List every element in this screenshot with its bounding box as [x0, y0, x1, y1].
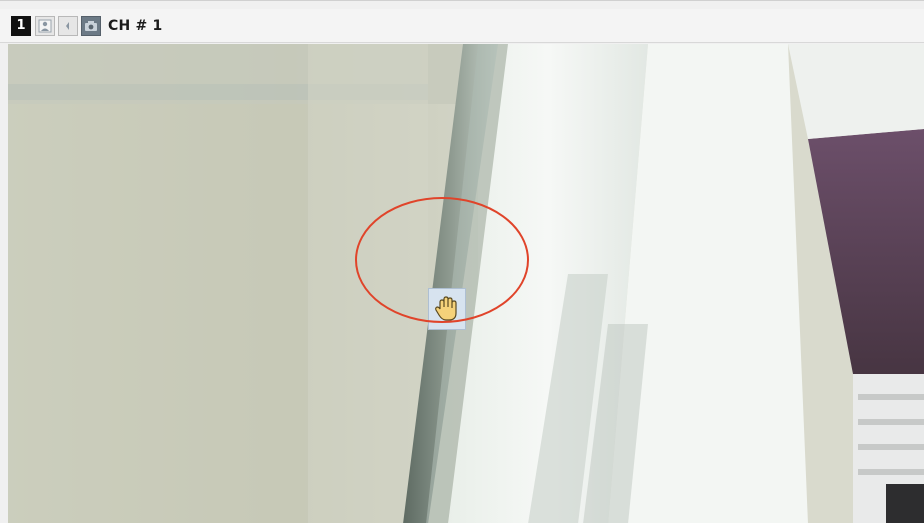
camera-icon[interactable] — [81, 15, 101, 36]
person-icon[interactable] — [35, 15, 55, 36]
person-icon-graphic — [38, 19, 52, 32]
speaker-icon[interactable] — [58, 15, 78, 36]
channel-toolbar: 1 CH # 1 — [0, 9, 924, 43]
speaker-icon-graphic — [66, 21, 69, 30]
channel-title: CH # 1 — [108, 17, 163, 34]
camera-icon-graphic — [85, 20, 97, 31]
camera-viewer-window: 1 CH # 1 — [0, 0, 924, 523]
channel-number-badge[interactable]: 1 — [11, 15, 31, 36]
highlight-ellipse — [355, 197, 529, 323]
camera-video-feed[interactable] — [8, 44, 924, 523]
